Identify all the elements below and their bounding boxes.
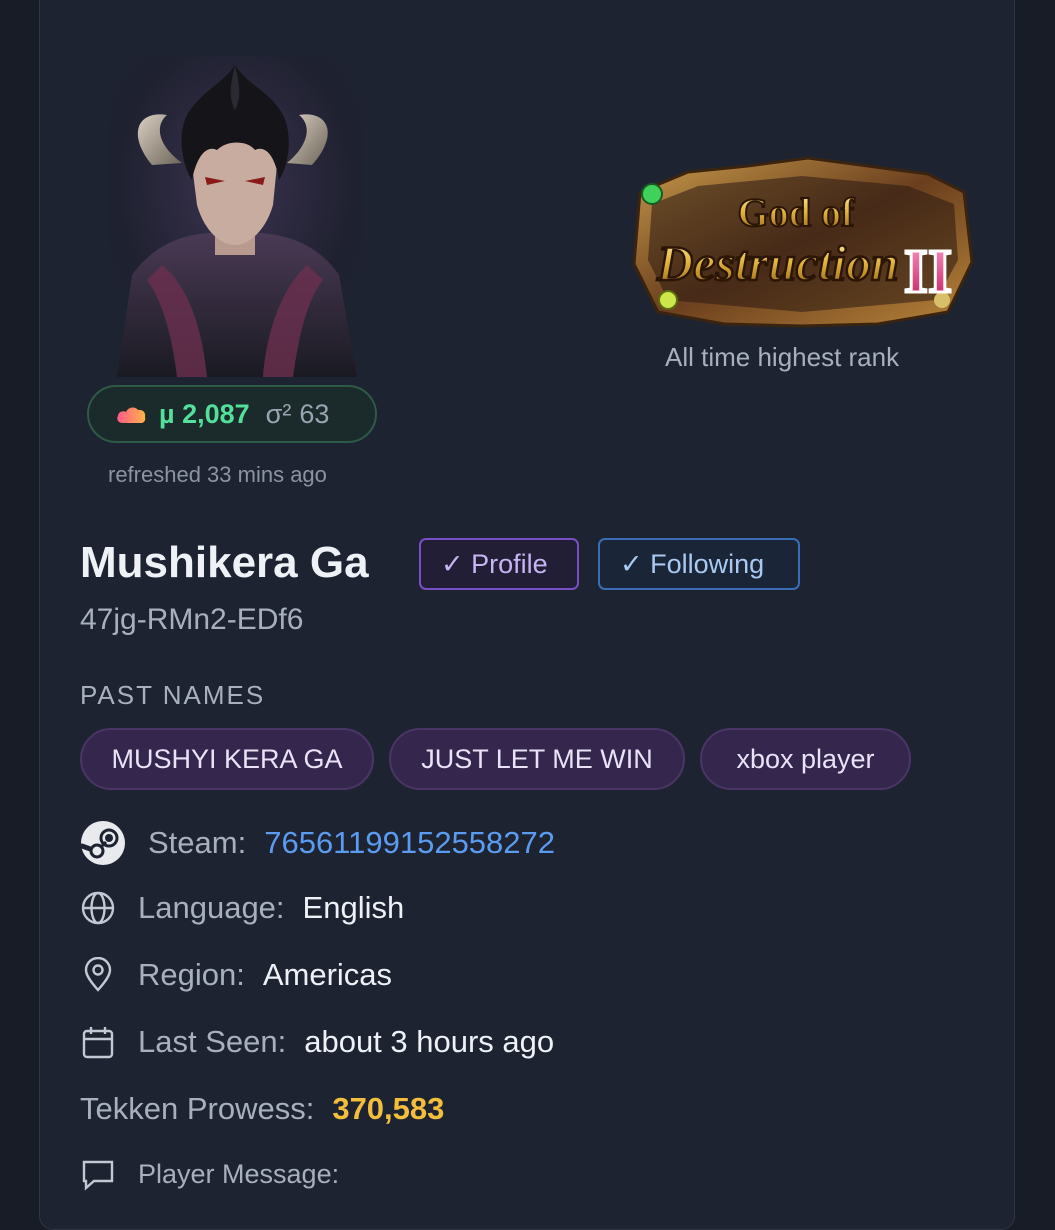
player-message-label: Player Message: [138,1158,340,1189]
past-name-chip: MUSHYI KERA GA [80,728,374,790]
past-names-heading: PAST NAMES [80,680,266,710]
language-row: Language: English [80,890,404,926]
rank-numeral: II [904,238,952,306]
region-row: Region: Americas [80,957,392,993]
prowess-value: 370,583 [332,1091,445,1126]
rank-emblem: God of Destruction II [628,152,976,330]
past-name-chip: xbox player [700,728,911,790]
mu-symbol: µ [159,398,175,429]
rating-badge: µ 2,087 σ² 63 [87,385,377,443]
region-label: Region: [138,957,245,992]
player-name: Mushikera Ga [80,538,369,587]
region-value: Americas [262,957,393,992]
mu-value: 2,087 [182,398,250,429]
steam-icon [80,820,126,866]
language-label: Language: [138,890,285,925]
sigma-value: 63 [299,398,330,429]
sigma-symbol: σ² [265,398,292,429]
player-id: 47jg-RMn2-EDf6 [80,603,304,636]
player-message-row: Player Message: [80,1156,339,1192]
following-button[interactable]: ✓ Following [598,538,800,590]
cloud-icon [115,404,147,424]
map-pin-icon [80,957,116,993]
globe-icon [80,890,116,926]
steam-label: Steam: [148,825,247,860]
rank-caption: All time highest rank [665,342,900,372]
character-avatar [107,55,363,377]
prowess-row: Tekken Prowess: 370,583 [80,1091,444,1127]
calendar-icon [80,1024,116,1060]
last-seen-label: Last Seen: [138,1024,287,1059]
language-value: English [302,890,405,925]
rank-text-line1: God of [738,190,855,235]
last-seen-row: Last Seen: about 3 hours ago [80,1024,554,1060]
prowess-label: Tekken Prowess: [80,1091,315,1126]
mu-rating: µ 2,087 [159,399,250,430]
message-icon [80,1156,116,1192]
profile-badge[interactable]: ✓ Profile [419,538,579,590]
past-name-chip: JUST LET ME WIN [389,728,685,790]
last-seen-value: about 3 hours ago [304,1024,555,1059]
steam-id-link[interactable]: 76561199152558272 [264,825,555,861]
refreshed-timestamp: refreshed 33 mins ago [108,462,327,487]
steam-row: Steam: 76561199152558272 [80,820,555,866]
rank-text-line2: Destruction [656,235,899,291]
